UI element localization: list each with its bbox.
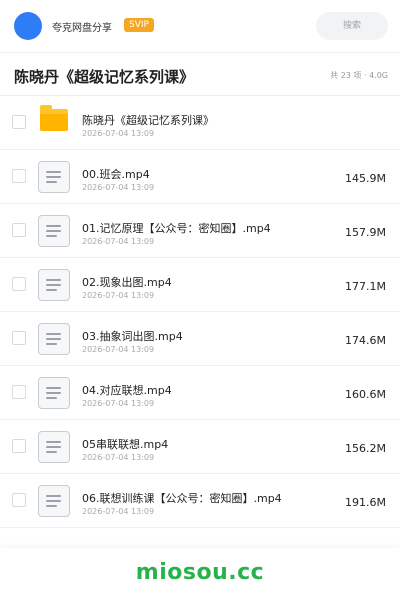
- row-checkbox[interactable]: [12, 493, 26, 507]
- file-date: 2026-07-04 13:09: [82, 507, 155, 516]
- file-name: 01.记忆原理【公众号：密知圈】.mp4: [82, 222, 271, 235]
- file-name: 02.现象出图.mp4: [82, 276, 172, 289]
- file-size: 145.9M: [345, 172, 386, 185]
- row-checkbox[interactable]: [12, 277, 26, 291]
- file-date: 2026-07-04 13:09: [82, 129, 155, 138]
- file-date: 2026-07-04 13:09: [82, 399, 155, 408]
- list-item[interactable]: 01.记忆原理【公众号：密知圈】.mp4 2026-07-04 13:09 15…: [0, 204, 400, 258]
- file-size: 160.6M: [345, 388, 386, 401]
- file-size: 191.6M: [345, 496, 386, 509]
- folder-icon: [40, 105, 68, 131]
- page-title: 陈晓丹《超级记忆系列课》: [14, 68, 195, 86]
- list-item[interactable]: 02.现象出图.mp4 2026-07-04 13:09 177.1M: [0, 258, 400, 312]
- list-item[interactable]: 05串联联想.mp4 2026-07-04 13:09 156.2M: [0, 420, 400, 474]
- list-item[interactable]: 06.联想训练课【公众号：密知圈】.mp4 2026-07-04 13:09 1…: [0, 474, 400, 528]
- file-date: 2026-07-04 13:09: [82, 453, 155, 462]
- file-name: 陈晓丹《超级记忆系列课》: [82, 114, 214, 127]
- video-file-icon: [38, 431, 70, 463]
- video-file-icon: [38, 215, 70, 247]
- file-date: 2026-07-04 13:09: [82, 291, 155, 300]
- brand-label: 夸克网盘分享: [52, 23, 112, 34]
- file-date: 2026-07-04 13:09: [82, 237, 155, 246]
- row-checkbox[interactable]: [12, 169, 26, 183]
- video-file-icon: [38, 485, 70, 517]
- row-checkbox[interactable]: [12, 115, 26, 129]
- file-list: 陈晓丹《超级记忆系列课》 2026-07-04 13:09 00.班会.mp4 …: [0, 96, 400, 528]
- list-item[interactable]: 陈晓丹《超级记忆系列课》 2026-07-04 13:09: [0, 96, 400, 150]
- file-size: 177.1M: [345, 280, 386, 293]
- folder-summary: 共 23 项 · 4.0G: [330, 71, 388, 80]
- file-date: 2026-07-04 13:09: [82, 183, 155, 192]
- file-size: 157.9M: [345, 226, 386, 239]
- list-item[interactable]: 04.对应联想.mp4 2026-07-04 13:09 160.6M: [0, 366, 400, 420]
- watermark-text: miosou.cc: [135, 560, 265, 585]
- row-checkbox[interactable]: [12, 331, 26, 345]
- file-name: 05串联联想.mp4: [82, 438, 169, 451]
- video-file-icon: [38, 377, 70, 409]
- footer-bar: miosou.cc: [0, 548, 400, 600]
- row-checkbox[interactable]: [12, 439, 26, 453]
- top-header: 夸克网盘分享 SVIP 搜索: [0, 0, 400, 52]
- file-name: 00.班会.mp4: [82, 168, 150, 181]
- file-name: 04.对应联想.mp4: [82, 384, 172, 397]
- file-date: 2026-07-04 13:09: [82, 345, 155, 354]
- file-size: 156.2M: [345, 442, 386, 455]
- search-button[interactable]: 搜索: [316, 12, 388, 40]
- file-name: 03.抽象词出图.mp4: [82, 330, 183, 343]
- svip-badge: SVIP: [124, 18, 154, 32]
- avatar[interactable]: [14, 12, 42, 40]
- folder-title-bar: 陈晓丹《超级记忆系列课》 共 23 项 · 4.0G: [0, 53, 400, 95]
- list-item[interactable]: 03.抽象词出图.mp4 2026-07-04 13:09 174.6M: [0, 312, 400, 366]
- file-size: 174.6M: [345, 334, 386, 347]
- list-item[interactable]: 00.班会.mp4 2026-07-04 13:09 145.9M: [0, 150, 400, 204]
- video-file-icon: [38, 269, 70, 301]
- file-name: 06.联想训练课【公众号：密知圈】.mp4: [82, 492, 282, 505]
- row-checkbox[interactable]: [12, 385, 26, 399]
- row-checkbox[interactable]: [12, 223, 26, 237]
- video-file-icon: [38, 161, 70, 193]
- video-file-icon: [38, 323, 70, 355]
